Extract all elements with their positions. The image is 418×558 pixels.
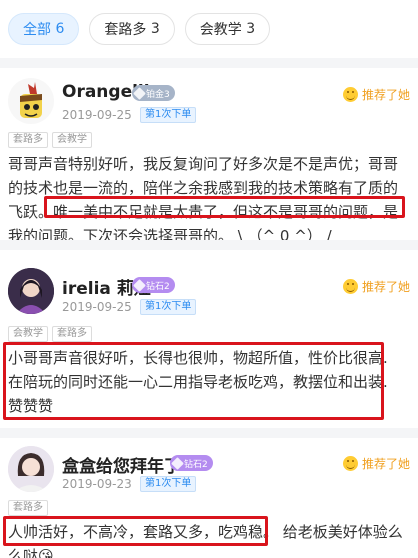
filter-chip-count: 6 [55, 21, 65, 37]
level-badge: 钻石2 [170, 455, 213, 471]
level-label: 铂金3 [146, 89, 170, 100]
gem-icon [133, 86, 146, 100]
review-tags: 套路多 会教学 [8, 132, 92, 148]
cartoon-avatar-icon [20, 82, 42, 118]
filter-bar: 全部 6 套路多 3 会教学 3 [0, 0, 418, 58]
review-line: 哥哥声音特别好听，我反复询问了好多次是不是声优；哥哥 [8, 155, 399, 173]
section-divider [0, 428, 418, 438]
portrait-avatar-icon [8, 268, 54, 314]
recommend-text: 推荐了她 [361, 457, 410, 471]
level-label: 钻石2 [146, 281, 170, 292]
portrait-avatar-icon [8, 446, 54, 492]
review-card: 盒盒给您拜年了 钻石2 2019-09-23 第1次下单 推荐了她 套路多 人帅… [0, 438, 418, 558]
smile-icon [342, 279, 358, 294]
smile-icon [342, 456, 358, 471]
avatar[interactable] [8, 268, 54, 314]
recommend-label: 推荐了她 [342, 278, 410, 295]
reviewer-name[interactable]: 盒盒给您拜年了 [62, 452, 181, 477]
review-card: Orangelll 铂金3 2019-09-25 第1次下单 推荐了她 套路多 … [0, 68, 418, 245]
filter-chip-label: 全部 [23, 22, 51, 38]
highlight-box [44, 196, 405, 218]
review-date: 2019-09-25 [62, 108, 132, 122]
recommend-text: 推荐了她 [361, 88, 410, 102]
review-date: 2019-09-25 [62, 300, 132, 314]
review-tag: 套路多 [52, 326, 92, 342]
level-badge: 铂金3 [132, 85, 175, 101]
order-count-tag: 第1次下单 [140, 476, 197, 492]
level-badge: 钻石2 [132, 277, 175, 293]
filter-chip-label: 会教学 [199, 22, 242, 38]
filter-chip-all[interactable]: 全部 6 [8, 13, 80, 45]
filter-chip-teaching[interactable]: 会教学 3 [184, 13, 271, 45]
review-tag: 套路多 [8, 500, 48, 516]
gem-icon [171, 456, 184, 470]
review-tag: 会教学 [52, 132, 92, 148]
avatar[interactable] [8, 78, 54, 124]
smile-icon [342, 87, 358, 102]
level-label: 钻石2 [184, 459, 208, 470]
filter-chip-count: 3 [246, 21, 256, 37]
filter-chip-count: 3 [150, 21, 160, 37]
recommend-text: 推荐了她 [361, 280, 410, 294]
review-card: irelia 莉娅 钻石2 2019-09-25 第1次下单 推荐了她 会教学 … [0, 250, 418, 428]
gem-icon [133, 278, 146, 292]
review-line: 么哒😘 [8, 547, 54, 558]
order-count-tag: 第1次下单 [140, 107, 197, 123]
filter-chip-label: 套路多 [104, 22, 147, 38]
recommend-label: 推荐了她 [342, 86, 410, 103]
section-divider [0, 240, 418, 250]
filter-chip-taolu[interactable]: 套路多 3 [89, 13, 175, 45]
section-divider [0, 58, 418, 68]
review-date: 2019-09-23 [62, 477, 132, 491]
review-tag: 会教学 [8, 326, 48, 342]
highlight-box [3, 342, 384, 420]
review-tags: 套路多 [8, 500, 48, 516]
highlight-box [3, 516, 268, 546]
recommend-label: 推荐了她 [342, 455, 410, 472]
order-count-tag: 第1次下单 [140, 299, 197, 315]
review-tags: 会教学 套路多 [8, 326, 92, 342]
review-tag: 套路多 [8, 132, 48, 148]
avatar[interactable] [8, 446, 54, 492]
